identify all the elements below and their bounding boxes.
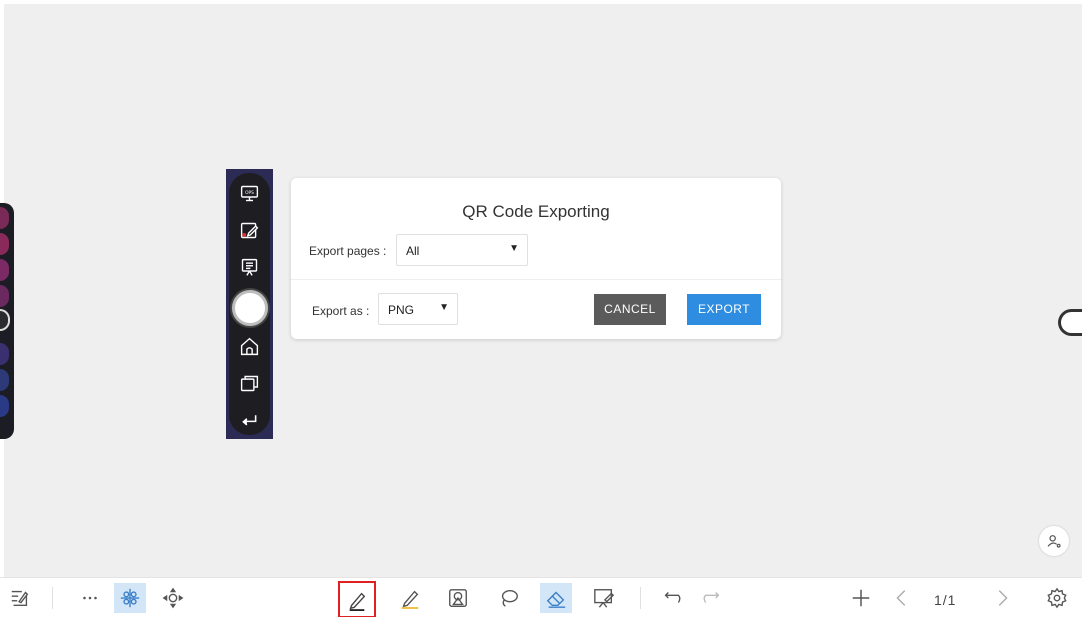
cancel-button[interactable]: CANCEL xyxy=(594,294,666,325)
color-swatch[interactable] xyxy=(0,233,9,255)
toolbar-separator xyxy=(52,587,53,609)
multi-touch-icon xyxy=(120,588,140,608)
insert-button[interactable] xyxy=(592,586,616,610)
more-button[interactable] xyxy=(78,586,102,610)
redo-button[interactable] xyxy=(700,586,724,610)
ops-icon[interactable]: OPS xyxy=(239,183,260,204)
side-floating-panel: OPS xyxy=(226,169,273,439)
page-indicator: 1/1 xyxy=(934,592,957,608)
back-icon[interactable] xyxy=(239,410,260,431)
svg-text:OPS: OPS xyxy=(245,190,254,196)
prev-page-button[interactable] xyxy=(890,586,914,610)
notes-menu-button[interactable] xyxy=(8,586,32,610)
eraser-button[interactable] xyxy=(540,583,572,613)
lasso-button[interactable] xyxy=(497,586,521,610)
next-page-button[interactable] xyxy=(990,586,1014,610)
chevron-left-icon xyxy=(896,590,906,606)
add-page-button[interactable] xyxy=(849,586,873,610)
plus-icon xyxy=(852,589,870,607)
undo-icon xyxy=(664,592,681,603)
color-swatch[interactable] xyxy=(0,369,9,391)
color-swatch[interactable] xyxy=(0,343,9,365)
color-swatch[interactable] xyxy=(0,285,9,307)
export-button[interactable]: EXPORT xyxy=(687,294,761,325)
more-icon xyxy=(83,596,97,600)
redo-icon xyxy=(703,592,720,603)
toolbar-separator xyxy=(640,587,641,609)
roam-button[interactable] xyxy=(161,586,185,610)
notes-menu-icon xyxy=(11,590,29,607)
eraser-icon xyxy=(546,591,566,608)
insert-image-icon xyxy=(594,589,615,608)
bottom-toolbar: 1/1 xyxy=(0,577,1082,617)
undo-button[interactable] xyxy=(660,586,684,610)
user-button[interactable] xyxy=(1039,526,1069,556)
multi-touch-button[interactable] xyxy=(114,583,146,613)
highlighter-button[interactable] xyxy=(398,586,422,610)
export-as-select[interactable]: PNG ▼ xyxy=(378,293,458,325)
color-swatch[interactable] xyxy=(0,207,9,229)
dialog-title: QR Code Exporting xyxy=(462,202,610,221)
shape-icon xyxy=(449,589,467,607)
chevron-right-icon xyxy=(998,590,1008,606)
qr-export-dialog: QR Code Exporting Export pages : All ▼ E… xyxy=(291,178,781,339)
roam-icon xyxy=(162,587,184,609)
whiteboard-icon[interactable] xyxy=(239,257,260,278)
export-as-value: PNG xyxy=(388,303,415,317)
shape-button[interactable] xyxy=(446,586,470,610)
export-pages-label: Export pages : xyxy=(309,244,387,258)
settings-button[interactable] xyxy=(1045,586,1069,610)
home-icon[interactable] xyxy=(239,336,260,357)
color-swatch[interactable] xyxy=(0,395,9,417)
dropdown-arrow-icon: ▼ xyxy=(509,243,519,254)
dialog-divider xyxy=(291,279,781,280)
export-pages-select[interactable]: All ▼ xyxy=(396,234,528,266)
user-icon xyxy=(1047,535,1061,548)
pen-button[interactable] xyxy=(338,581,376,617)
windows-icon[interactable] xyxy=(239,373,260,394)
color-swatch[interactable] xyxy=(0,259,9,281)
annotate-icon[interactable] xyxy=(239,220,260,241)
gear-icon xyxy=(1047,587,1067,609)
pen-icon xyxy=(349,592,366,611)
home-button-icon[interactable] xyxy=(232,290,268,326)
lasso-icon xyxy=(501,589,518,607)
dropdown-arrow-icon: ▼ xyxy=(439,302,449,313)
highlighter-icon xyxy=(401,590,419,609)
right-edge-handle[interactable] xyxy=(1058,309,1082,336)
export-as-label: Export as : xyxy=(312,304,370,318)
export-pages-value: All xyxy=(406,244,420,258)
